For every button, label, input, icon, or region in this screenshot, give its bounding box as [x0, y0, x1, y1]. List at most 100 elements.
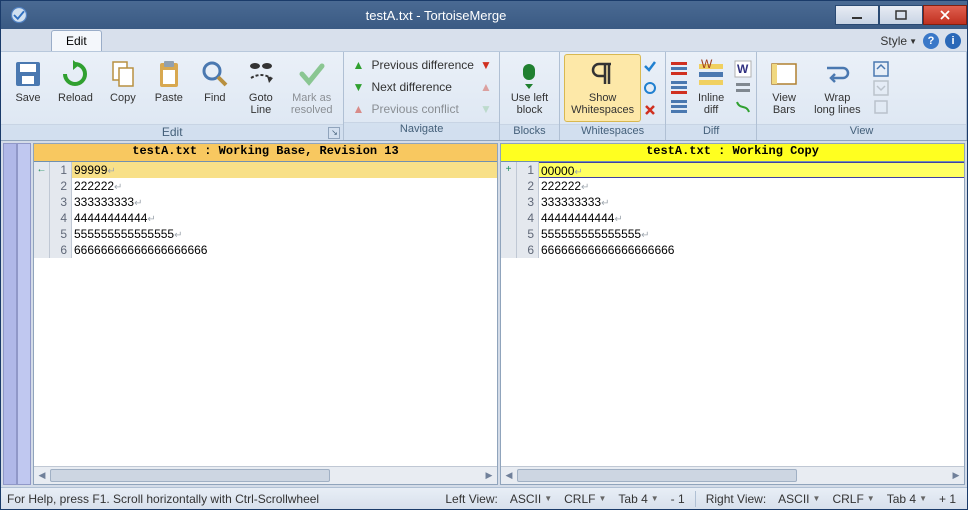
ws-x[interactable] — [641, 99, 659, 121]
arrow-down-icon: ▼ — [351, 80, 365, 94]
inline-diff-button[interactable]: W Inline diff — [688, 54, 734, 122]
mark-resolved-button[interactable]: Mark as resolved — [284, 54, 340, 122]
arrow-up-conflict-icon: ▲ — [351, 102, 365, 116]
goto-icon — [245, 58, 277, 90]
status-left-eol[interactable]: CRLF▼ — [559, 492, 611, 506]
left-hscroll[interactable]: ◀▶ — [34, 466, 497, 484]
app-icon — [1, 1, 37, 29]
status-right-encoding[interactable]: ASCII▼ — [773, 492, 825, 506]
close-button[interactable] — [923, 5, 967, 25]
code-line[interactable]: 2222222↵ — [501, 178, 964, 194]
left-pane: testA.txt : Working Base, Revision 13 ←1… — [33, 143, 498, 485]
find-icon — [199, 58, 231, 90]
ribbon-group-view: View Bars Wrap long lines View — [757, 52, 967, 140]
arrow-up-red-icon: ▲ — [480, 80, 492, 94]
status-left-encoding[interactable]: ASCII▼ — [505, 492, 557, 506]
copy-button[interactable]: Copy — [100, 54, 146, 122]
minimize-button[interactable] — [835, 5, 879, 25]
ribbon-group-blocks: Use left block Blocks — [500, 52, 560, 140]
right-pane-header: testA.txt : Working Copy — [501, 144, 964, 162]
style-menu[interactable]: Style ▼ — [880, 34, 917, 48]
arrow-up-icon: ▲ — [351, 58, 365, 72]
code-line[interactable]: 5555555555555555↵ — [34, 226, 497, 242]
reload-icon — [59, 58, 91, 90]
right-pane: testA.txt : Working Copy +100000↵2222222… — [500, 143, 965, 485]
right-hscroll[interactable]: ◀▶ — [501, 466, 964, 484]
view-bars-button[interactable]: View Bars — [761, 54, 807, 122]
svg-text:W: W — [701, 58, 713, 71]
inline-diff-icon: W — [695, 58, 727, 90]
code-line[interactable]: 5555555555555555↵ — [501, 226, 964, 242]
block-icon — [513, 58, 545, 90]
wrap-lines-button[interactable]: Wrap long lines — [807, 54, 867, 122]
save-button[interactable]: Save — [5, 54, 51, 122]
locator-bar[interactable] — [3, 143, 31, 485]
wrap-icon — [821, 58, 853, 90]
code-line[interactable]: 666666666666666666666 — [34, 242, 497, 258]
ribbon-tabstrip: Edit Style ▼ ? i — [1, 29, 967, 51]
diff-w-icon[interactable]: W — [734, 60, 752, 78]
title-bar: testA.txt - TortoiseMerge — [1, 1, 967, 29]
diff-lines-2-icon[interactable] — [670, 79, 688, 97]
paste-icon — [153, 58, 185, 90]
status-right-view-label: Right View: — [701, 492, 771, 506]
left-pane-header: testA.txt : Working Base, Revision 13 — [34, 144, 497, 162]
view-expand-icon[interactable] — [872, 79, 890, 97]
status-right-eol[interactable]: CRLF▼ — [827, 492, 879, 506]
ribbon: Save Reload Copy Paste Find Goto Line — [1, 51, 967, 141]
status-right-delta: + 1 — [934, 492, 961, 506]
show-whitespaces-button[interactable]: Show Whitespaces — [564, 54, 641, 122]
status-left-view-label: Left View: — [440, 492, 502, 506]
ribbon-group-whitespaces: Show Whitespaces Whitespaces — [560, 52, 666, 140]
maximize-button[interactable] — [879, 5, 923, 25]
status-left-tab[interactable]: Tab 4▼ — [613, 492, 663, 506]
ribbon-group-navigate: ▲Previous difference▼ ▼Next difference▲ … — [344, 52, 499, 140]
goto-line-button[interactable]: Goto Line — [238, 54, 284, 122]
svg-text:W: W — [737, 62, 749, 76]
diff-opt-2-icon[interactable] — [734, 79, 752, 97]
use-left-block-button[interactable]: Use left block — [504, 54, 555, 122]
status-help-text: For Help, press F1. Scroll horizontally … — [7, 492, 319, 506]
status-right-tab[interactable]: Tab 4▼ — [882, 492, 932, 506]
code-line[interactable]: 444444444444↵ — [501, 210, 964, 226]
left-pane-body[interactable]: ←199999↵2222222↵3333333333↵444444444444↵… — [34, 162, 497, 466]
right-pane-body[interactable]: +100000↵2222222↵3333333333↵444444444444↵… — [501, 162, 964, 466]
save-icon — [12, 58, 44, 90]
diff-lines-1-icon[interactable] — [670, 60, 688, 78]
code-line[interactable]: 666666666666666666666 — [501, 242, 964, 258]
copy-icon — [107, 58, 139, 90]
code-line[interactable]: 3333333333↵ — [501, 194, 964, 210]
prev-conflict-button[interactable]: ▲Previous conflict▼ — [348, 98, 494, 120]
edit-group-launcher[interactable]: ↘ — [328, 127, 340, 139]
status-left-delta: - 1 — [666, 492, 690, 506]
ws-check-1[interactable] — [641, 55, 659, 77]
view-bars-icon — [768, 58, 800, 90]
next-diff-button[interactable]: ▼Next difference▲ — [348, 76, 494, 98]
code-line[interactable]: 444444444444↵ — [34, 210, 497, 226]
code-line[interactable]: +100000↵ — [501, 162, 964, 178]
ribbon-group-edit: Save Reload Copy Paste Find Goto Line — [1, 52, 344, 140]
find-button[interactable]: Find — [192, 54, 238, 122]
prev-diff-button[interactable]: ▲Previous difference▼ — [348, 54, 494, 76]
ribbon-group-diff: W Inline diff W Diff — [666, 52, 757, 140]
diff-opt-3-icon[interactable] — [734, 98, 752, 116]
code-line[interactable]: 2222222↵ — [34, 178, 497, 194]
view-opt-3-icon[interactable] — [872, 98, 890, 116]
reload-button[interactable]: Reload — [51, 54, 100, 122]
diff-area: testA.txt : Working Base, Revision 13 ←1… — [1, 141, 967, 487]
window-controls — [835, 6, 967, 25]
arrow-down-red-icon: ▼ — [480, 58, 492, 72]
ws-circle[interactable] — [641, 77, 659, 99]
window-title: testA.txt - TortoiseMerge — [37, 8, 835, 23]
code-line[interactable]: ←199999↵ — [34, 162, 497, 178]
info-icon[interactable]: i — [945, 33, 961, 49]
code-line[interactable]: 3333333333↵ — [34, 194, 497, 210]
pilcrow-icon — [587, 58, 619, 90]
help-icon[interactable]: ? — [923, 33, 939, 49]
diff-lines-3-icon[interactable] — [670, 98, 688, 116]
status-bar: For Help, press F1. Scroll horizontally … — [1, 487, 967, 509]
view-collapse-icon[interactable] — [872, 60, 890, 78]
tab-edit[interactable]: Edit — [51, 30, 102, 51]
arrow-down-green-icon: ▼ — [480, 102, 492, 116]
paste-button[interactable]: Paste — [146, 54, 192, 122]
